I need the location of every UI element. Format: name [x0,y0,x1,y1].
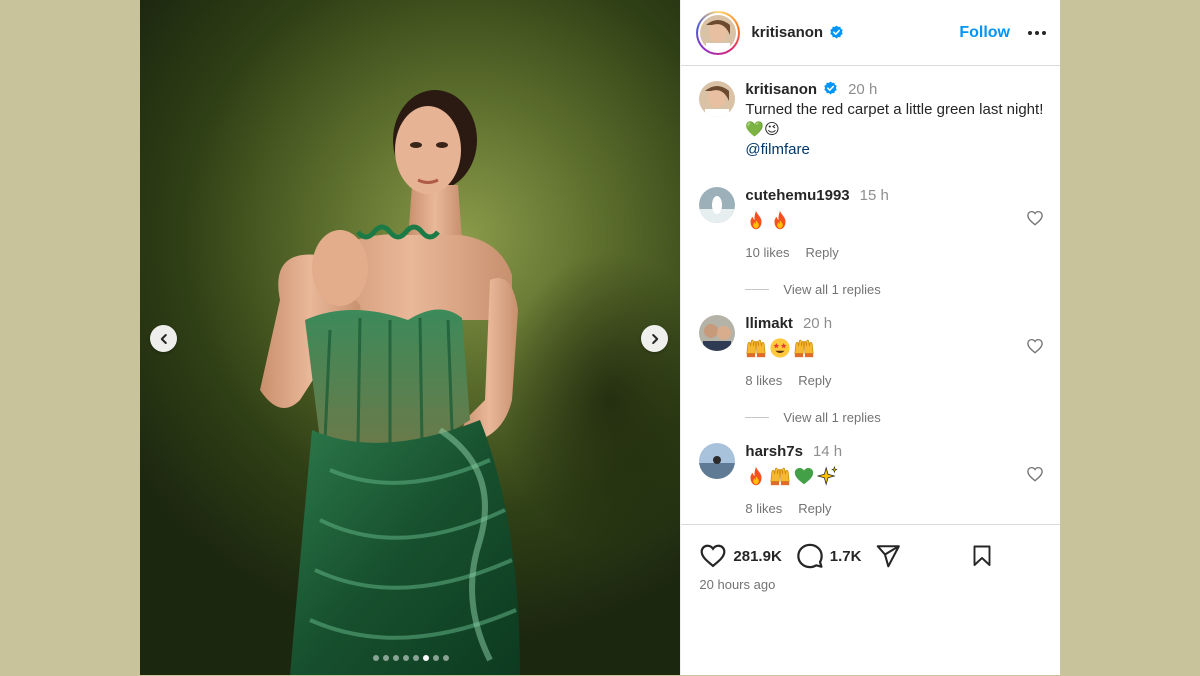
carousel-dot [402,655,409,661]
like-button[interactable]: 281.9K [699,542,782,570]
caption-author-avatar[interactable] [699,81,736,117]
view-replies-label: View all 1 replies [783,282,881,297]
view-replies-button[interactable]: View all 1 replies [745,282,881,297]
comment-like-count[interactable]: 10 likes [745,245,789,260]
comment-timestamp: 15 h [859,187,889,204]
chevron-left-icon [160,333,167,344]
like-comment-heart-icon[interactable] [1026,465,1044,483]
reply-button[interactable]: Reply [798,373,831,388]
comment-emoji-text [745,210,1044,234]
carousel-dot [422,655,429,661]
post-header: kritisanon Follow [681,0,1060,66]
like-comment-heart-icon[interactable] [1026,209,1044,227]
carousel-indicator [140,655,680,661]
green-heart-emoji-icon [793,465,815,492]
author-username[interactable]: kritisanon [751,24,823,41]
comment-like-count[interactable]: 8 likes [745,501,782,516]
share-button[interactable] [875,543,901,569]
comment-button[interactable]: 1.7K [796,542,862,570]
comment-item: cutehemu1993 15 h 10 likes Reply [699,187,1044,260]
comment-bubble-icon [797,543,823,569]
comment-username[interactable]: harsh7s [745,443,803,460]
carousel-dot [442,655,449,661]
caption-username[interactable]: kritisanon [745,81,817,98]
previous-slide-button[interactable] [150,325,177,352]
caption-timestamp: 20 h [848,81,878,98]
carousel-dot [432,655,439,661]
like-comment-heart-icon[interactable] [1026,337,1044,355]
more-options-icon[interactable] [1028,30,1046,35]
comment-timestamp: 14 h [812,443,843,460]
view-replies-button[interactable]: View all 1 replies [745,410,881,425]
verified-badge-icon [830,25,843,39]
comment-emoji-text [745,465,1044,492]
chevron-right-icon [651,333,658,344]
view-replies-label: View all 1 replies [783,410,881,425]
commenter-avatar[interactable] [699,315,736,351]
post-side-panel: kritisanon Follow kritisanon 20 h Turned… [680,0,1061,676]
share-paper-plane-icon [877,545,901,568]
comment-username[interactable]: llimakt [745,315,793,332]
post-image[interactable] [140,0,681,675]
carousel-dot [412,655,419,661]
heart-icon [700,544,726,568]
verified-badge-icon [824,81,837,95]
comment-item: harsh7s 14 h 8 likes Reply [699,443,1044,516]
post-actions: 281.9K 1.7K 20 hours ago [681,524,1061,676]
star-struck-emoji-icon [769,337,791,364]
raising-hands-emoji-icon [793,337,815,364]
comment-like-count[interactable]: 8 likes [745,373,782,388]
bookmark-icon [973,545,991,566]
carousel-dot [372,655,379,661]
fire-emoji-icon [745,465,767,492]
post-caption: kritisanon 20 h Turned the red carpet a l… [699,81,1045,160]
reply-button[interactable]: Reply [798,501,831,516]
like-count: 281.9K [733,547,782,565]
sparkles-emoji-icon [816,465,839,492]
author-avatar[interactable] [696,10,741,55]
post-timestamp: 20 hours ago [699,577,776,592]
carousel-dot [392,655,399,661]
commenter-avatar[interactable] [699,443,736,479]
avatar-image [700,14,737,51]
caption-mention-link[interactable]: @filmfare [745,140,1045,160]
carousel-dot [382,655,389,661]
reply-button[interactable]: Reply [805,245,838,260]
commenter-avatar[interactable] [699,187,736,223]
caption-text: Turned the red carpet a little green las… [745,101,1044,138]
raising-hands-emoji-icon [745,337,767,364]
comment-timestamp: 20 h [802,315,833,332]
comment-emoji-text [745,337,1044,364]
follow-button[interactable]: Follow [959,24,1010,42]
fire-emoji-icon [745,209,767,236]
post-modal: kritisanon Follow kritisanon 20 h Turned… [140,0,1061,676]
next-slide-button[interactable] [641,325,668,352]
raising-hands-emoji-icon [769,465,791,492]
comment-item: llimakt 20 h 8 likes Reply [699,315,1044,388]
photo-subject [260,90,520,675]
comment-username[interactable]: cutehemu1993 [745,187,849,204]
save-button[interactable] [970,543,994,569]
comment-count: 1.7K [829,547,862,565]
comments-list[interactable]: kritisanon 20 h Turned the red carpet a l… [681,67,1060,524]
fire-emoji-icon [769,209,791,236]
